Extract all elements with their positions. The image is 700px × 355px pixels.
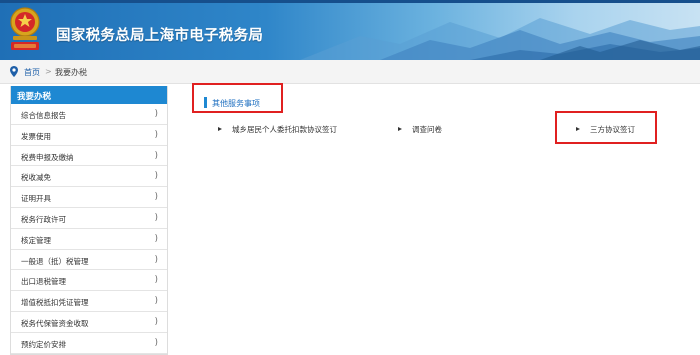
- sidebar-item-certificate[interactable]: 证明开具 ): [11, 187, 167, 208]
- sidebar-item-tax-filing[interactable]: 税费申报及缴纳 ): [11, 146, 167, 167]
- location-pin-icon: [10, 66, 18, 77]
- service-link-label: 城乡居民个人委托扣款协议签订: [232, 125, 337, 134]
- sidebar-item-export-refund[interactable]: 出口退税管理 ): [11, 270, 167, 292]
- chevron-right-icon: ): [154, 254, 158, 265]
- chevron-right-icon: ): [154, 233, 158, 244]
- sidebar-header: 我要办税: [11, 86, 167, 104]
- sidebar-item-label: 预约定价安排: [21, 339, 66, 349]
- chevron-right-icon: ): [154, 296, 158, 307]
- breadcrumb-home-link[interactable]: 首页: [24, 67, 40, 78]
- sidebar-item-label: 发票使用: [21, 131, 51, 141]
- chevron-right-icon: ): [154, 316, 158, 327]
- chevron-right-icon: ): [154, 212, 158, 223]
- service-link-urban-rural-deduction-agreement[interactable]: 城乡居民个人委托扣款协议签订: [218, 124, 337, 136]
- sidebar-item-label: 出口退税管理: [21, 277, 66, 287]
- sidebar-item-label: 税费申报及缴纳: [21, 152, 74, 162]
- chevron-right-icon: ): [154, 192, 158, 203]
- sidebar-item-vat-deduction[interactable]: 增值税抵扣凭证管理 ): [11, 291, 167, 312]
- sidebar-item-label: 税务代保管资金收取: [21, 318, 89, 328]
- sidebar-item-label: 增值税抵扣凭证管理: [21, 298, 89, 308]
- chevron-right-icon: ): [154, 150, 158, 161]
- service-link-tripartite-agreement[interactable]: 三方协议签订: [576, 124, 635, 136]
- sidebar-item-label: 税收减免: [21, 173, 51, 183]
- breadcrumb: 首页 > 我要办税: [0, 60, 700, 84]
- chevron-right-icon: ): [154, 275, 158, 286]
- breadcrumb-current: 我要办税: [55, 68, 87, 77]
- breadcrumb-separator: >: [45, 67, 52, 76]
- chevron-right-icon: ): [154, 109, 158, 119]
- chevron-right-icon: ): [154, 337, 158, 348]
- sidebar-item-label: 核定管理: [21, 235, 51, 245]
- sidebar-item-invoice-use[interactable]: 发票使用 ): [11, 125, 167, 146]
- header-banner: 国家税务总局上海市电子税务局: [0, 0, 700, 60]
- chevron-right-icon: ): [154, 171, 158, 182]
- triangle-bullet-icon: [398, 127, 402, 131]
- sidebar-menu: 我要办税 综合信息报告 ) 发票使用 ) 税费申报及缴纳 ) 税收减免 ) 证明…: [10, 86, 168, 355]
- triangle-bullet-icon: [218, 127, 222, 131]
- service-link-survey[interactable]: 调查问卷: [398, 124, 442, 136]
- chevron-right-icon: ): [154, 129, 158, 140]
- sidebar-item-tax-relief[interactable]: 税收减免 ): [11, 166, 167, 188]
- sidebar-item-admin-license[interactable]: 税务行政许可 ): [11, 208, 167, 229]
- sidebar-item-label: 综合信息报告: [21, 111, 66, 120]
- section-title: 其他服务事项: [212, 99, 260, 108]
- service-link-label: 调查问卷: [412, 125, 442, 134]
- sidebar-item-comprehensive-report[interactable]: 综合信息报告 ): [11, 104, 167, 125]
- sidebar-item-label: 税务行政许可: [21, 214, 66, 224]
- site-title: 国家税务总局上海市电子税务局: [56, 28, 264, 44]
- section-title-bar: [204, 97, 207, 108]
- sidebar-item-refund[interactable]: 一般退（抵）税管理 ): [11, 250, 167, 271]
- tax-emblem-icon: [10, 7, 40, 50]
- triangle-bullet-icon: [576, 127, 580, 131]
- sidebar-item-custody-funds[interactable]: 税务代保管资金收取 ): [11, 312, 167, 333]
- sidebar-item-label: 一般退（抵）税管理: [21, 256, 89, 266]
- sidebar-item-label: 证明开具: [21, 194, 51, 204]
- sidebar-item-pricing-arrangement[interactable]: 预约定价安排 ): [11, 333, 167, 354]
- service-link-label: 三方协议签订: [590, 125, 635, 134]
- sidebar-item-assessment[interactable]: 核定管理 ): [11, 229, 167, 250]
